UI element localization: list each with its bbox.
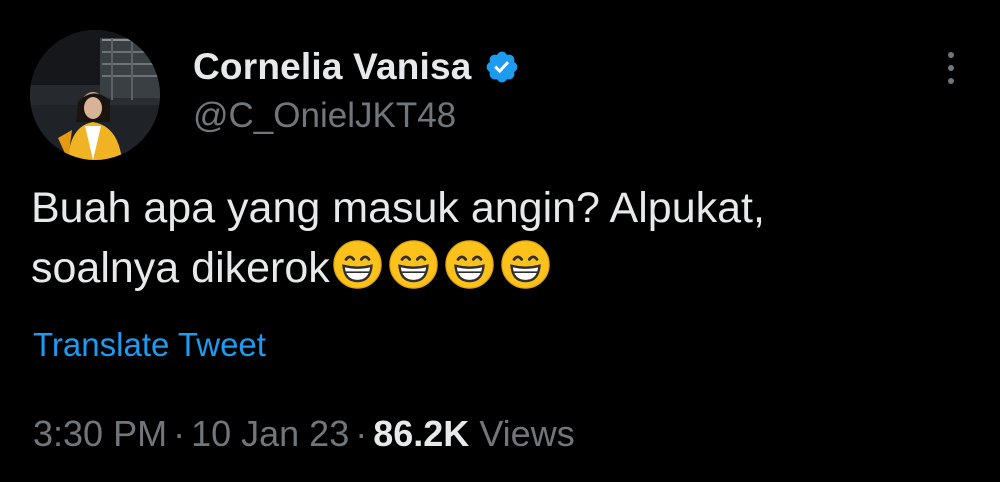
more-options-icon[interactable] <box>938 50 964 86</box>
tweet-text-line-2-words: soalnya dikerok <box>31 244 330 292</box>
tweet-time[interactable]: 3:30 PM <box>33 413 167 454</box>
user-handle[interactable]: @C_OnielJKT48 <box>193 96 456 136</box>
grinning-face-emoji-icon <box>388 239 439 290</box>
views-count: 86.2K <box>373 413 470 454</box>
emoji-group <box>332 239 556 290</box>
separator-dot: · <box>355 413 368 454</box>
grinning-face-emoji-icon <box>444 239 495 290</box>
tweet-text-line-2: soalnya dikerok <box>31 238 971 298</box>
grinning-face-emoji-icon <box>332 239 383 290</box>
avatar[interactable] <box>30 30 160 160</box>
more-dot <box>948 52 954 58</box>
author-name-row: Cornelia Vanisa <box>193 42 520 92</box>
separator-dot: · <box>173 413 186 454</box>
tweet-text: Buah apa yang masuk angin? Alpukat, soal… <box>31 178 971 298</box>
display-name[interactable]: Cornelia Vanisa <box>193 46 472 88</box>
grinning-face-emoji-icon <box>500 239 551 290</box>
avatar-photo <box>30 30 160 160</box>
tweet-text-line-1: Buah apa yang masuk angin? Alpukat, <box>31 184 765 232</box>
tweet-date[interactable]: 10 Jan 23 <box>191 413 349 454</box>
more-dot <box>948 65 954 71</box>
views-label: Views <box>479 413 575 454</box>
more-dot <box>948 78 954 84</box>
verified-badge-icon <box>484 49 520 85</box>
tweet-metadata: 3:30 PM · 10 Jan 23 · 86.2K Views <box>33 413 575 455</box>
tweet-card: Cornelia Vanisa @C_OnielJKT48 Buah apa y… <box>0 0 1000 482</box>
translate-tweet-link[interactable]: Translate Tweet <box>33 326 266 364</box>
